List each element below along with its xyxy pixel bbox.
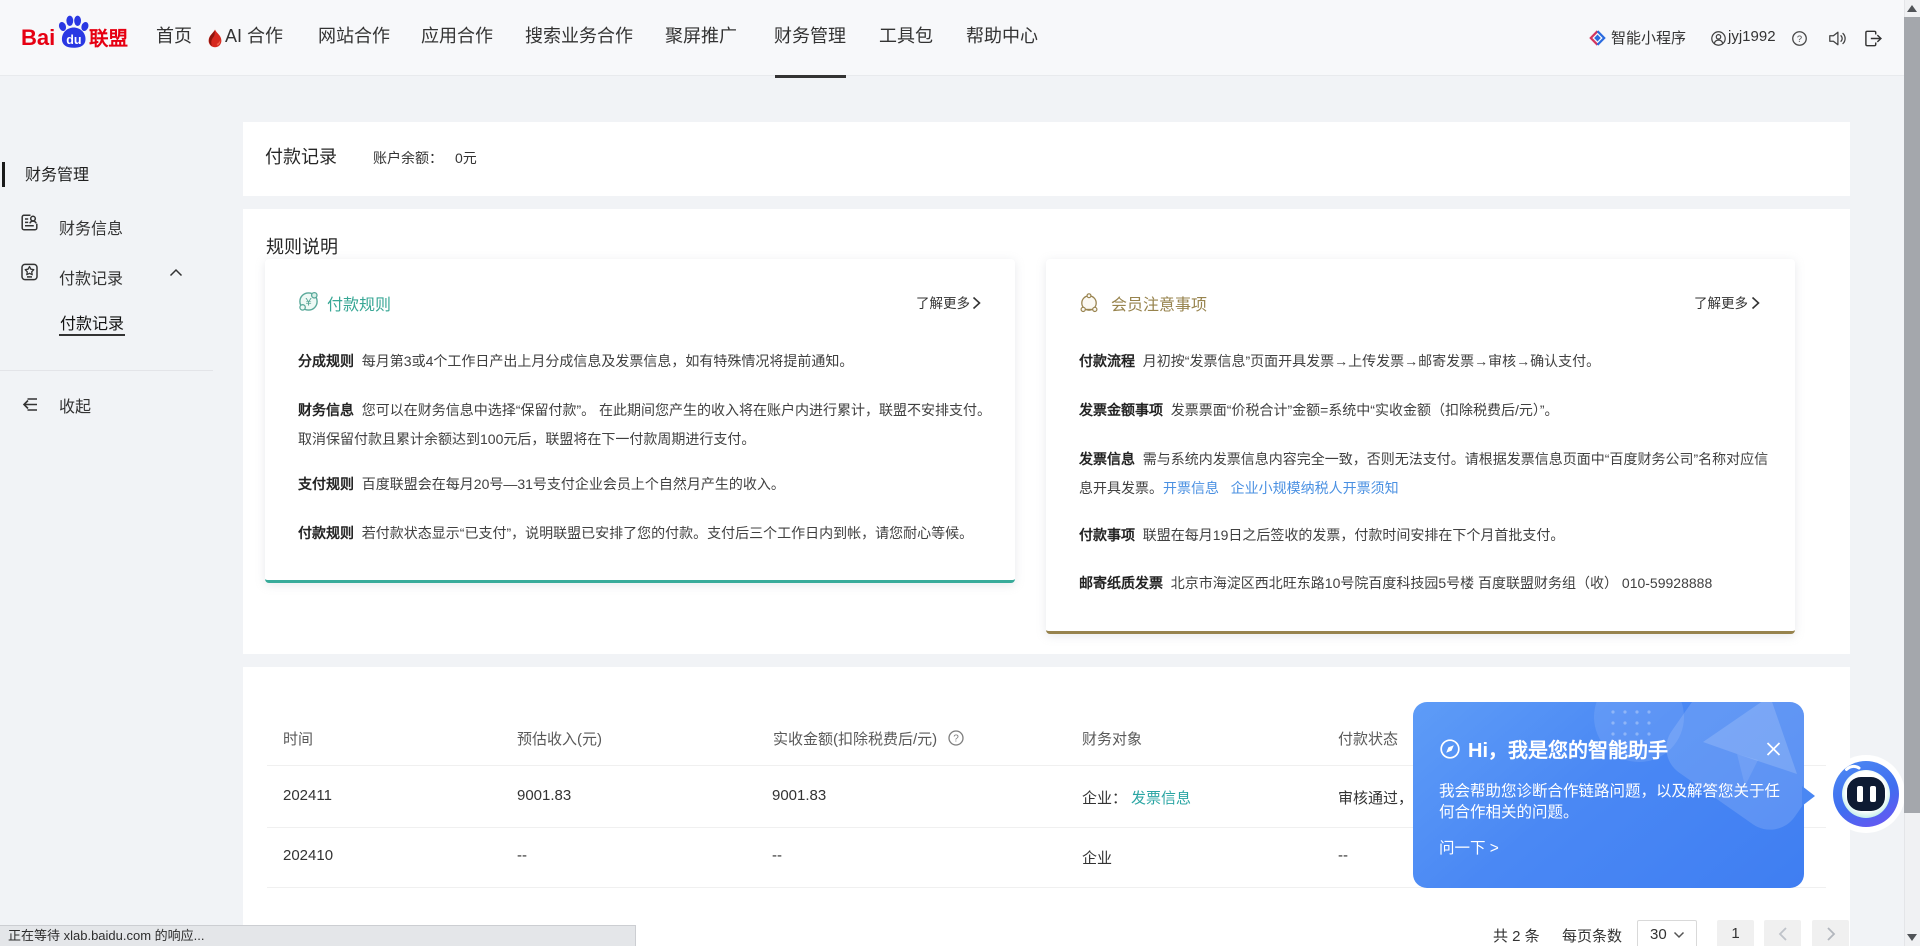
svg-text:du: du xyxy=(66,33,81,47)
svg-text:联盟: 联盟 xyxy=(89,28,128,49)
svg-text:¥: ¥ xyxy=(304,297,312,309)
svg-text:?: ? xyxy=(953,734,959,745)
svg-text:?: ? xyxy=(1797,34,1802,44)
svg-text:Bai: Bai xyxy=(21,25,55,49)
